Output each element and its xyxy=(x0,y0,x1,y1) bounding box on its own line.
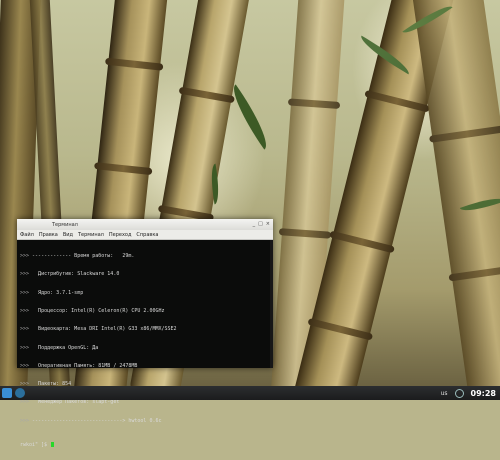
clock[interactable]: 09:28 xyxy=(471,389,496,398)
minimize-button[interactable]: _ xyxy=(253,222,256,227)
menu-edit[interactable]: Правка xyxy=(39,232,58,238)
output-line: >>> Ядро: 3.7.1-smp xyxy=(20,289,84,296)
output-line: >>> ------------- Время работы: 29m. xyxy=(20,253,135,260)
terminal-window[interactable]: Терминал _ □ × Файл Правка Вид Терминал … xyxy=(17,219,273,448)
terminal-menubar: Файл Правка Вид Терминал Переход Справка xyxy=(17,230,273,240)
text-cursor xyxy=(51,442,55,447)
terminal-scrollbar[interactable] xyxy=(270,240,273,368)
output-line: >>> ------------------------------> hwto… xyxy=(20,417,162,424)
window-controls: _ □ × xyxy=(253,222,270,227)
close-button[interactable]: × xyxy=(266,222,270,227)
output-line: >>> Менеджер Пакетов: slapt-get xyxy=(20,399,120,406)
maximize-button[interactable]: □ xyxy=(258,222,263,227)
output-line: >>> Видеокарта: Mesa DRI Intel(R) G33 x8… xyxy=(20,326,177,333)
window-title: Терминал xyxy=(52,221,78,228)
output-line: >>> Оперативная Память: 81MB / 2478MB xyxy=(20,362,138,369)
show-desktop-icon[interactable] xyxy=(15,388,25,398)
start-menu-icon[interactable] xyxy=(2,388,12,398)
menu-file[interactable]: Файл xyxy=(20,232,34,238)
keyboard-layout-indicator[interactable]: us xyxy=(441,390,448,397)
output-line: >>> Поддержка OpenGL: Да xyxy=(20,344,99,351)
shell-prompt[interactable]: rwkoi" ]$ xyxy=(20,442,270,448)
terminal-titlebar[interactable]: Терминал _ □ × xyxy=(17,219,273,230)
taskbar: us 09:28 xyxy=(0,386,500,400)
menu-terminal[interactable]: Терминал xyxy=(78,232,104,238)
output-line: >>> Дистрибутив: Slackware 14.0 xyxy=(20,271,120,278)
network-tray-icon[interactable] xyxy=(454,388,464,398)
wallpaper-bamboo-stalk xyxy=(411,0,500,386)
menu-help[interactable]: Справка xyxy=(136,232,158,238)
terminal-output[interactable]: >>> ------------- Время работы: 29m. >>>… xyxy=(20,241,270,460)
output-line: >>> Процессор: Intel(R) Celeron(R) CPU 2… xyxy=(20,308,165,315)
menu-go[interactable]: Переход xyxy=(109,232,132,238)
menu-view[interactable]: Вид xyxy=(63,232,73,238)
prompt-text: rwkoi" ]$ xyxy=(20,442,48,448)
